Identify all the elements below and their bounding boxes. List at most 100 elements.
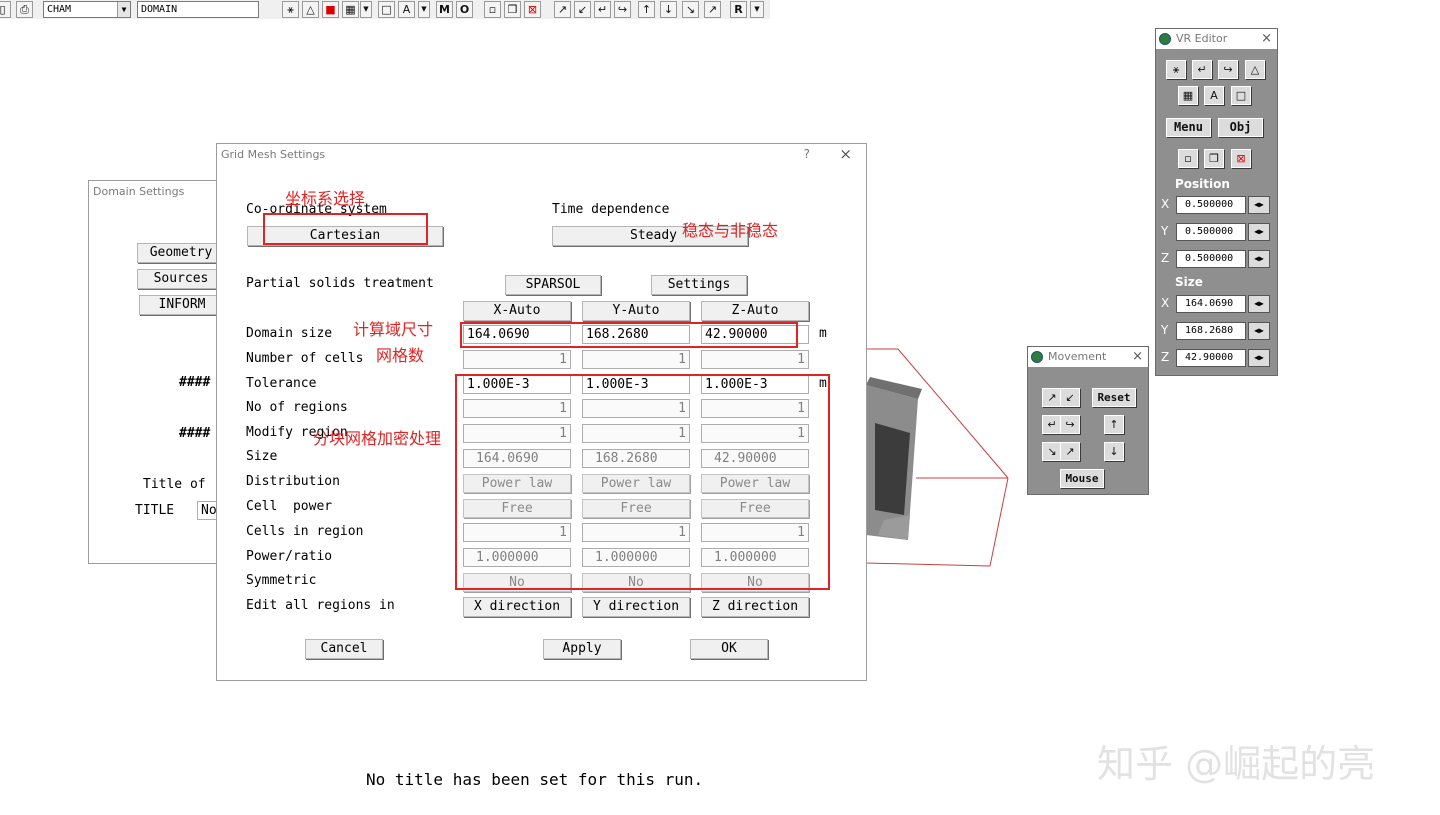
- ok-button[interactable]: OK: [690, 639, 768, 659]
- title-of-label: Title of: [143, 477, 206, 492]
- close-icon[interactable]: ×: [839, 145, 852, 163]
- size-x-input[interactable]: 164.0690: [1176, 295, 1246, 313]
- grid-icon[interactable]: ▦: [342, 1, 359, 18]
- turn-left-icon[interactable]: ↵: [1042, 415, 1062, 434]
- box-icon[interactable]: □: [378, 1, 395, 18]
- cells-z-input[interactable]: 1: [701, 350, 809, 369]
- obj-button[interactable]: Obj: [1218, 118, 1263, 137]
- movement-panel: Movement × ↗ ↙ Reset ↵ ↪ ↑ ↘ ↗ ↓ Mouse: [1027, 346, 1149, 495]
- diag-out-icon[interactable]: ↗: [1060, 442, 1080, 461]
- mouse-button[interactable]: Mouse: [1060, 469, 1104, 488]
- font-icon[interactable]: A: [398, 1, 415, 18]
- x-direction-button[interactable]: X direction: [463, 597, 571, 617]
- size-z-spinner[interactable]: ◀▶: [1248, 349, 1270, 367]
- position-label: Position: [1175, 177, 1230, 191]
- y-auto-button[interactable]: Y-Auto: [582, 301, 690, 321]
- position-x-spinner[interactable]: ◀▶: [1248, 196, 1270, 214]
- position-z-axis: Z: [1161, 251, 1170, 265]
- coord-annotation-box: [263, 213, 428, 245]
- size-z-input[interactable]: 42.90000: [1176, 349, 1246, 367]
- x-auto-button[interactable]: X-Auto: [463, 301, 571, 321]
- copy-icon[interactable]: ❐: [1204, 149, 1224, 168]
- cham-combo[interactable]: CHAM ▼: [43, 1, 131, 18]
- close-icon[interactable]: ×: [1261, 31, 1272, 46]
- sources-button[interactable]: Sources: [137, 269, 225, 289]
- size-label: Size: [1175, 275, 1203, 289]
- print-preview-icon[interactable]: ▯: [0, 1, 11, 18]
- red-square-icon[interactable]: ■: [322, 1, 339, 18]
- down-icon[interactable]: ↓: [1104, 442, 1124, 461]
- object-face-shadow: [875, 423, 910, 515]
- delete-icon[interactable]: ⊠: [524, 1, 541, 18]
- position-x-input[interactable]: 0.500000: [1176, 196, 1246, 214]
- row-label-size: Size: [246, 449, 278, 464]
- m-icon[interactable]: M: [436, 1, 453, 18]
- settings-button[interactable]: Settings: [651, 275, 747, 295]
- sparsol-button[interactable]: SPARSOL: [505, 275, 601, 295]
- close-icon[interactable]: ×: [1132, 349, 1143, 364]
- hash-text-2: ####: [179, 426, 211, 441]
- size-y-spinner[interactable]: ◀▶: [1248, 322, 1270, 340]
- arrow-ne-icon[interactable]: ↗: [1042, 388, 1062, 407]
- z-direction-button[interactable]: Z direction: [701, 597, 809, 617]
- turn-right-icon[interactable]: ↪: [1060, 415, 1080, 434]
- delete-icon[interactable]: ⊠: [1231, 149, 1251, 168]
- chevron-down-icon[interactable]: ▼: [360, 1, 372, 18]
- font-icon[interactable]: A: [1204, 86, 1224, 105]
- hash-text-1: ####: [179, 375, 211, 390]
- grid-icon[interactable]: ▦: [1178, 86, 1198, 105]
- row-label-distribution: Distribution: [246, 474, 340, 489]
- arrow-ne-icon[interactable]: ↗: [554, 1, 571, 18]
- position-y-input[interactable]: 0.500000: [1176, 223, 1246, 241]
- cancel-button[interactable]: Cancel: [305, 639, 383, 659]
- triangle-icon[interactable]: △: [302, 1, 319, 18]
- turn-right-icon[interactable]: ↪: [1218, 60, 1238, 79]
- r-button[interactable]: R: [730, 1, 747, 18]
- inform-button[interactable]: INFORM: [139, 295, 225, 315]
- globe-icon: [1031, 351, 1043, 363]
- chevron-down-icon: ▼: [117, 2, 130, 17]
- triangle-icon[interactable]: △: [1245, 60, 1265, 79]
- cells-x-input[interactable]: 1: [463, 350, 571, 369]
- size-y-input[interactable]: 168.2680: [1176, 322, 1246, 340]
- down-icon[interactable]: ↓: [660, 1, 677, 18]
- size-x-spinner[interactable]: ◀▶: [1248, 295, 1270, 313]
- y-direction-button[interactable]: Y direction: [582, 597, 690, 617]
- o-icon[interactable]: O: [456, 1, 473, 18]
- reset-button[interactable]: Reset: [1092, 388, 1136, 407]
- menu-button[interactable]: Menu: [1166, 118, 1211, 137]
- geometry-button[interactable]: Geometry: [137, 243, 225, 263]
- z-auto-button[interactable]: Z-Auto: [701, 301, 809, 321]
- view-icon[interactable]: ⚹: [1166, 60, 1186, 79]
- turn-right-icon[interactable]: ↪: [614, 1, 631, 18]
- turn-left-icon[interactable]: ↵: [1192, 60, 1212, 79]
- chevron-down-icon[interactable]: ▼: [750, 1, 764, 18]
- cell-icon[interactable]: ▫: [484, 1, 501, 18]
- diag-in-icon[interactable]: ↘: [682, 1, 699, 18]
- diag-out-icon[interactable]: ↗: [704, 1, 721, 18]
- up-icon[interactable]: ↑: [1104, 415, 1124, 434]
- apply-button[interactable]: Apply: [543, 639, 621, 659]
- position-z-spinner[interactable]: ◀▶: [1248, 250, 1270, 268]
- refine-annotation: 分块网格加密处理: [313, 429, 442, 448]
- position-y-spinner[interactable]: ◀▶: [1248, 223, 1270, 241]
- chevron-down-icon[interactable]: ▼: [418, 1, 430, 18]
- cell-icon[interactable]: ▫: [1178, 149, 1198, 168]
- vr-editor-title: VR Editor: [1156, 29, 1277, 49]
- up-icon[interactable]: ↑: [638, 1, 655, 18]
- view-icon[interactable]: ⚹: [282, 1, 299, 18]
- diag-in-icon[interactable]: ↘: [1042, 442, 1062, 461]
- domain-combo[interactable]: DOMAIN: [137, 1, 259, 18]
- turn-left-icon[interactable]: ↵: [594, 1, 611, 18]
- box-icon[interactable]: □: [1231, 86, 1251, 105]
- movement-title: Movement: [1028, 347, 1148, 367]
- arrow-sw-icon[interactable]: ↙: [574, 1, 591, 18]
- arrow-sw-icon[interactable]: ↙: [1060, 388, 1080, 407]
- globe-icon: [1159, 33, 1171, 45]
- row-label-cells-in-region: Cells in region: [246, 524, 364, 539]
- cells-y-input[interactable]: 1: [582, 350, 690, 369]
- copy-icon[interactable]: ❐: [504, 1, 521, 18]
- printer-icon[interactable]: ⎙: [16, 1, 33, 18]
- position-z-input[interactable]: 0.500000: [1176, 250, 1246, 268]
- help-icon[interactable]: ?: [804, 147, 810, 161]
